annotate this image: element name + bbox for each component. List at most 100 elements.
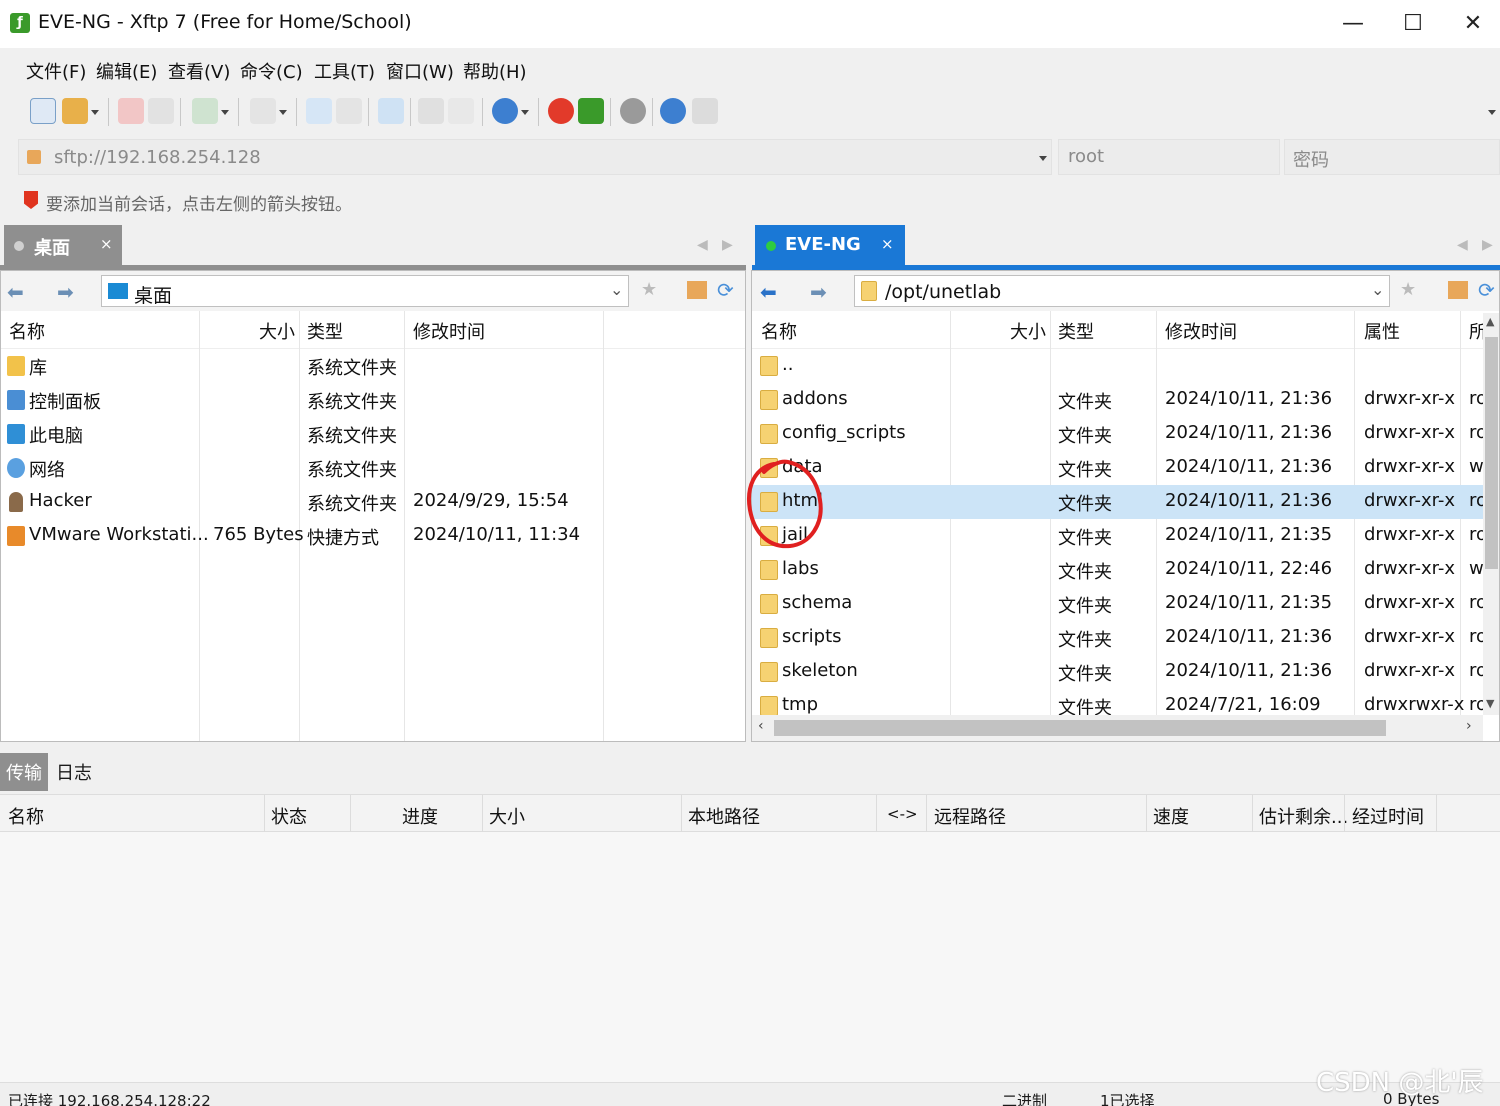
menu-tools[interactable]: 工具(T) [314,58,375,84]
column-size[interactable]: 大小 [489,803,525,829]
scrollbar-thumb[interactable] [774,720,1386,736]
menu-file[interactable]: 文件(F) [26,58,86,84]
menu-help[interactable]: 帮助(H) [463,58,527,84]
column-size[interactable]: 大小 [259,318,295,344]
column-status[interactable]: 状态 [271,803,307,829]
column-name[interactable]: 名称 [9,318,45,344]
sync-icon[interactable] [192,98,218,124]
menu-edit[interactable]: 编辑(E) [96,58,157,84]
remote-path-box[interactable]: /opt/unetlab ⌄ [854,275,1390,307]
local-path-box[interactable]: 桌面 ⌄ [101,275,629,307]
scroll-left-icon[interactable]: ‹ [758,718,764,734]
scrollbar-thumb[interactable] [1485,337,1498,569]
local-path-input[interactable]: 桌面 [134,281,172,308]
list-item[interactable]: 控制面板 系统文件夹 [1,383,745,417]
menu-command[interactable]: 命令(C) [240,58,303,84]
disconnect-icon[interactable] [118,98,144,124]
minimize-button[interactable]: — [1333,8,1373,40]
tab-transfer[interactable]: 传输 [0,753,48,791]
help-icon[interactable] [660,98,686,124]
scroll-right-icon[interactable]: › [1466,718,1472,734]
list-item[interactable]: config_scripts 文件夹 2024/10/11, 21:36 drw… [752,417,1499,451]
upload-icon[interactable] [306,98,332,124]
transfer-icon[interactable] [378,98,404,124]
list-item[interactable]: schema 文件夹 2024/10/11, 21:35 drwxr-xr-x … [752,587,1499,621]
star-icon[interactable]: ★ [1400,279,1416,300]
tab-log[interactable]: 日志 [56,759,92,785]
tab-scroll-right-icon[interactable]: ▶ [722,237,733,253]
sync-dropdown-icon[interactable] [221,110,229,115]
column-name[interactable]: 名称 [8,803,44,829]
list-item[interactable]: data 文件夹 2024/10/11, 21:36 drwxr-xr-x w [752,451,1499,485]
column-divider[interactable] [1146,795,1147,833]
column-eta[interactable]: 估计剩余... [1259,803,1348,829]
home-icon[interactable] [1448,281,1468,299]
scroll-down-icon[interactable]: ▼ [1486,697,1494,710]
scroll-up-icon[interactable]: ▲ [1486,315,1494,328]
copy-icon[interactable] [418,98,444,124]
tab-scroll-left-icon[interactable]: ◀ [697,237,708,253]
chat-icon[interactable] [692,98,718,124]
star-icon[interactable]: ★ [641,279,657,300]
back-arrow-icon[interactable]: ⬅ [760,280,777,304]
column-remote-path[interactable]: 远程路径 [934,803,1006,829]
horizontal-scrollbar[interactable]: ‹ › [752,715,1483,741]
column-divider[interactable] [876,795,877,833]
close-tab-icon[interactable]: × [881,235,894,253]
column-local-path[interactable]: 本地路径 [688,803,760,829]
column-divider[interactable] [681,795,682,833]
list-item[interactable]: skeleton 文件夹 2024/10/11, 21:36 drwxr-xr-… [752,655,1499,689]
list-item[interactable]: jail 文件夹 2024/10/11, 21:35 drwxr-xr-x ro [752,519,1499,553]
view-icon[interactable] [250,98,276,124]
column-divider[interactable] [1436,795,1437,833]
tab-local-desktop[interactable]: 桌面 × [4,225,122,266]
column-modified[interactable]: 修改时间 [1165,318,1237,344]
tab-scroll-right-icon[interactable]: ▶ [1482,237,1493,253]
home-icon[interactable] [687,281,707,299]
list-item[interactable]: 此电脑 系统文件夹 [1,417,745,451]
view-dropdown-icon[interactable] [279,110,287,115]
column-direction[interactable]: <-> [887,805,918,823]
username-field[interactable]: root [1058,139,1280,175]
globe-icon[interactable] [492,98,518,124]
open-folder-icon[interactable] [62,98,88,124]
forward-arrow-icon[interactable]: ➡ [810,280,827,304]
new-session-icon[interactable] [30,98,56,124]
list-item[interactable]: Hacker 系统文件夹 2024/9/29, 15:54 [1,485,745,519]
list-item[interactable]: 库 系统文件夹 [1,349,745,383]
reconnect-icon[interactable] [148,98,174,124]
menu-window[interactable]: 窗口(W) [386,58,454,84]
transfer-mode[interactable]: 二进制 [1002,1090,1047,1106]
column-divider[interactable] [1344,795,1345,833]
maximize-button[interactable]: ☐ [1393,8,1433,40]
vertical-scrollbar[interactable]: ▲ ▼ [1483,313,1499,715]
column-divider[interactable] [350,795,351,833]
column-progress[interactable]: 进度 [402,803,438,829]
column-attributes[interactable]: 属性 [1364,318,1400,344]
refresh-icon[interactable]: ⟳ [717,278,734,302]
back-arrow-icon[interactable]: ⬅ [7,280,24,304]
download-icon[interactable] [336,98,362,124]
column-modified[interactable]: 修改时间 [413,318,485,344]
remote-path-input[interactable]: /opt/unetlab [885,281,1001,303]
column-size[interactable]: 大小 [1010,318,1046,344]
paste-icon[interactable] [448,98,474,124]
password-field[interactable]: 密码 [1284,139,1500,175]
toolbar-overflow-icon[interactable] [1488,110,1496,115]
chevron-down-icon[interactable]: ⌄ [610,280,623,299]
tab-remote-eve-ng[interactable]: EVE-NG × [755,225,905,266]
column-elapsed[interactable]: 经过时间 [1352,803,1424,829]
list-item[interactable]: scripts 文件夹 2024/10/11, 21:36 drwxr-xr-x… [752,621,1499,655]
address-input[interactable]: sftp://192.168.254.128 [54,147,261,168]
list-item[interactable]: labs 文件夹 2024/10/11, 22:46 drwxr-xr-x w [752,553,1499,587]
list-item[interactable]: .. [752,349,1499,383]
tab-scroll-left-icon[interactable]: ◀ [1457,237,1468,253]
xftp-icon[interactable] [578,98,604,124]
column-speed[interactable]: 速度 [1153,803,1189,829]
column-name[interactable]: 名称 [761,318,797,344]
chevron-down-icon[interactable]: ⌄ [1371,280,1384,299]
close-button[interactable]: ✕ [1453,8,1493,40]
column-divider[interactable] [1252,795,1253,833]
open-dropdown-icon[interactable] [91,110,99,115]
list-item[interactable]: VMware Workstati... 765 Bytes 快捷方式 2024/… [1,519,745,553]
